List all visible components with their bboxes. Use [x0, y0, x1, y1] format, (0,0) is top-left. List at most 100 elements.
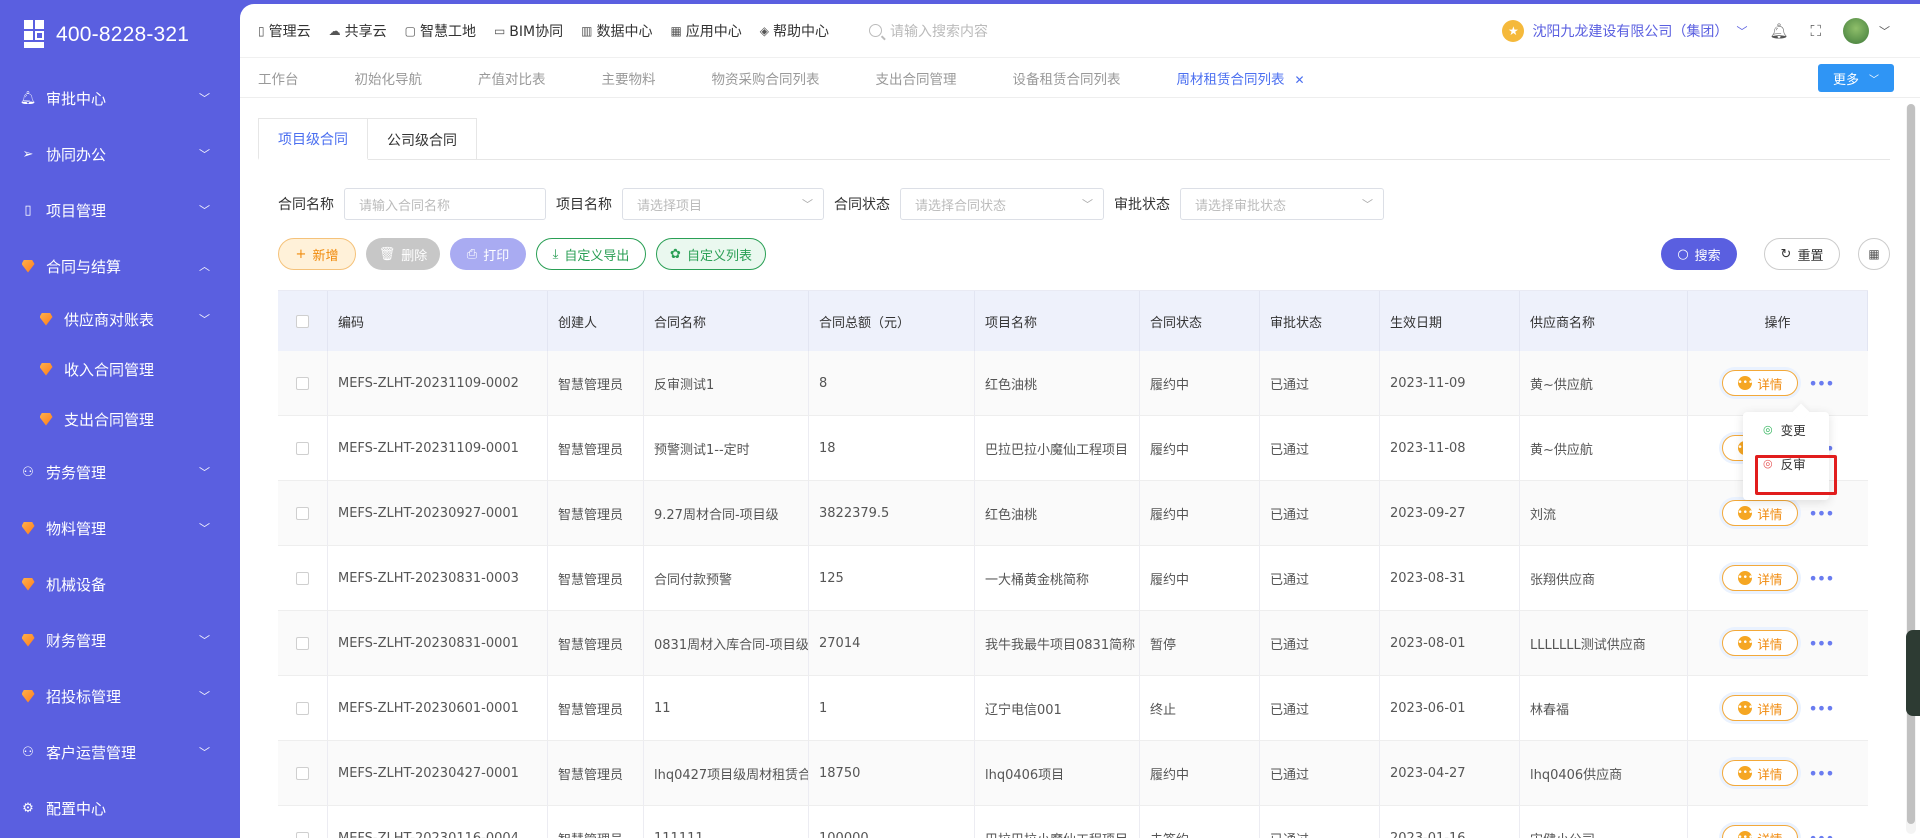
- custom-columns-button[interactable]: ✿ 自定义列表: [656, 238, 766, 270]
- table-cell: lhq0427项目级周材租赁合同: [644, 741, 809, 805]
- sidebar-item-10[interactable]: 财务管理 ﹀: [0, 612, 240, 668]
- page-tab-5[interactable]: 支出合同管理: [876, 68, 957, 88]
- approval-status-select[interactable]: 请选择审批状态 ﹀: [1180, 188, 1384, 220]
- row-checkbox[interactable]: [296, 506, 309, 520]
- top-nav-icon: ▢: [404, 23, 416, 38]
- sidebar-item-12[interactable]: ⚇ 客户运营管理 ﹀: [0, 724, 240, 780]
- more-actions-icon[interactable]: •••: [1808, 699, 1834, 718]
- table-cell: 2023-04-27: [1380, 741, 1520, 805]
- top-nav-item-6[interactable]: ◈ 帮助中心: [760, 21, 829, 41]
- row-checkbox[interactable]: [296, 831, 309, 838]
- side-widget[interactable]: [1906, 630, 1920, 716]
- scrollbar-thumb[interactable]: [1907, 104, 1915, 824]
- top-nav-item-5[interactable]: ▦ 应用中心: [670, 21, 741, 41]
- sidebar-item-6[interactable]: 支出合同管理: [0, 394, 240, 444]
- detail-button[interactable]: •••详情: [1722, 630, 1799, 656]
- table-cell: 黄~供应航: [1520, 351, 1688, 415]
- sidebar-item-5[interactable]: 收入合同管理: [0, 344, 240, 394]
- table-cell: lhq0406供应商: [1520, 741, 1688, 805]
- row-checkbox[interactable]: [296, 636, 309, 650]
- global-search[interactable]: 请输入搜索内容: [869, 21, 1169, 41]
- top-nav-item-2[interactable]: ▢ 智慧工地: [405, 21, 476, 41]
- table-cell: 已通过: [1260, 741, 1380, 805]
- contract-level-tabs: 项目级合同 公司级合同: [258, 118, 1890, 160]
- add-button[interactable]: + 新增: [278, 238, 356, 270]
- select-all-checkbox[interactable]: [296, 314, 309, 328]
- chevron-down-icon: ﹀: [1082, 198, 1093, 211]
- top-nav-icon: ▥: [581, 23, 593, 38]
- custom-export-button[interactable]: ⤓ 自定义导出: [536, 238, 646, 270]
- project-select[interactable]: 请选择项目 ﹀: [622, 188, 824, 220]
- row-checkbox[interactable]: [296, 571, 309, 585]
- more-actions-icon[interactable]: •••: [1808, 764, 1834, 783]
- table-cell: 履约中: [1140, 481, 1260, 545]
- fullscreen-icon[interactable]: ⛶: [1810, 22, 1821, 40]
- page-tab-6[interactable]: 设备租赁合同列表: [1013, 68, 1121, 88]
- table-cell: 宋健小公司: [1520, 806, 1688, 838]
- table-cell: 2023-08-01: [1380, 611, 1520, 675]
- page-tab-0[interactable]: 工作台: [258, 68, 299, 88]
- table-cell: 2023-06-01: [1380, 676, 1520, 740]
- row-checkbox[interactable]: [296, 441, 309, 455]
- row-checkbox[interactable]: [296, 766, 309, 780]
- detail-button[interactable]: •••详情: [1722, 825, 1799, 838]
- table-cell: 智慧管理员: [548, 481, 644, 545]
- contract-name-input[interactable]: 请输入合同名称: [344, 188, 546, 220]
- sidebar-item-11[interactable]: 招投标管理 ﹀: [0, 668, 240, 724]
- chevron-down-icon: ﹀: [802, 198, 813, 211]
- user-menu[interactable]: ﹀: [1843, 17, 1890, 44]
- contract-status-select[interactable]: 请选择合同状态 ﹀: [900, 188, 1104, 220]
- page-tab-1[interactable]: 初始化导航: [355, 68, 423, 88]
- more-actions-icon[interactable]: •••: [1808, 829, 1834, 838]
- detail-button[interactable]: •••详情: [1722, 500, 1799, 526]
- column-header: 生效日期: [1380, 291, 1520, 351]
- print-button[interactable]: ⎙ 打印: [450, 238, 526, 270]
- sidebar-item-3[interactable]: 合同与结算 ︿: [0, 238, 240, 294]
- company-switcher[interactable]: ★ 沈阳九龙建设有限公司（集团） ﹀: [1502, 19, 1747, 42]
- delete-button[interactable]: 🗑︎ 删除: [366, 238, 440, 270]
- detail-button[interactable]: •••详情: [1722, 760, 1799, 786]
- column-settings-button[interactable]: ▦: [1858, 238, 1890, 270]
- sidebar-item-13[interactable]: ⚙ 配置中心: [0, 780, 240, 836]
- page-tab-active[interactable]: 周材租赁合同列表 ✕: [1177, 68, 1305, 88]
- top-nav-item-3[interactable]: ▭ BIM协同: [494, 21, 563, 41]
- more-actions-icon[interactable]: •••: [1808, 634, 1834, 653]
- bell-icon[interactable]: 🔔︎: [1769, 22, 1788, 40]
- reset-button[interactable]: ↻ 重置: [1764, 238, 1840, 270]
- more-actions-icon[interactable]: •••: [1808, 504, 1834, 523]
- tab-project-contract[interactable]: 项目级合同: [258, 118, 368, 160]
- more-actions-icon[interactable]: •••: [1808, 569, 1834, 588]
- page-tab-4[interactable]: 物资采购合同列表: [712, 68, 820, 88]
- row-checkbox[interactable]: [296, 376, 309, 390]
- change-menu-item[interactable]: ◎ 变更: [1743, 412, 1829, 446]
- tab-company-contract[interactable]: 公司级合同: [368, 118, 477, 160]
- page-tab-2[interactable]: 产值对比表: [478, 68, 546, 88]
- table-cell: MEFS-ZLHT-20230831-0003: [328, 546, 548, 610]
- row-checkbox[interactable]: [296, 701, 309, 715]
- top-nav-item-1[interactable]: ☁ 共享云: [329, 21, 387, 41]
- search-button[interactable]: ○ 搜索: [1661, 238, 1737, 270]
- table-cell: 8: [809, 351, 975, 415]
- table-body: MEFS-ZLHT-20231109-0002 智慧管理员 反审测试1 8 红色油桃 履约…: [278, 351, 1868, 838]
- detail-button[interactable]: •••详情: [1722, 370, 1799, 396]
- detail-button[interactable]: •••详情: [1722, 695, 1799, 721]
- top-nav-item-0[interactable]: ▯ 管理云: [258, 21, 311, 41]
- row-actions: •••详情 •••: [1688, 351, 1868, 415]
- sidebar-item-7[interactable]: ⚇ 劳务管理 ﹀: [0, 444, 240, 500]
- close-icon[interactable]: ✕: [1295, 73, 1305, 87]
- vertical-scrollbar[interactable]: [1906, 104, 1916, 834]
- detail-button[interactable]: •••详情: [1722, 565, 1799, 591]
- more-tabs-button[interactable]: 更多 ﹀: [1818, 64, 1894, 92]
- sidebar-item-1[interactable]: ➢ 协同办公 ﹀: [0, 126, 240, 182]
- chevron-down-icon: ﹀: [199, 204, 210, 217]
- contract-table: 编码 创建人 合同名称 合同总额（元） 项目名称 合同状态 审批状态 生效日期 供应商名称 操作 …: [278, 290, 1868, 838]
- sidebar-item-2[interactable]: ▯ 项目管理 ﹀: [0, 182, 240, 238]
- table-cell: 已通过: [1260, 416, 1380, 480]
- top-nav-item-4[interactable]: ▥ 数据中心: [581, 21, 652, 41]
- sidebar-item-0[interactable]: 🔔︎ 审批中心 ﹀: [0, 70, 240, 126]
- sidebar-item-9[interactable]: 机械设备: [0, 556, 240, 612]
- more-actions-icon[interactable]: •••: [1808, 374, 1834, 393]
- sidebar-item-8[interactable]: 物料管理 ﹀: [0, 500, 240, 556]
- sidebar-item-4[interactable]: 供应商对账表 ﹀: [0, 294, 240, 344]
- page-tab-3[interactable]: 主要物料: [602, 68, 656, 88]
